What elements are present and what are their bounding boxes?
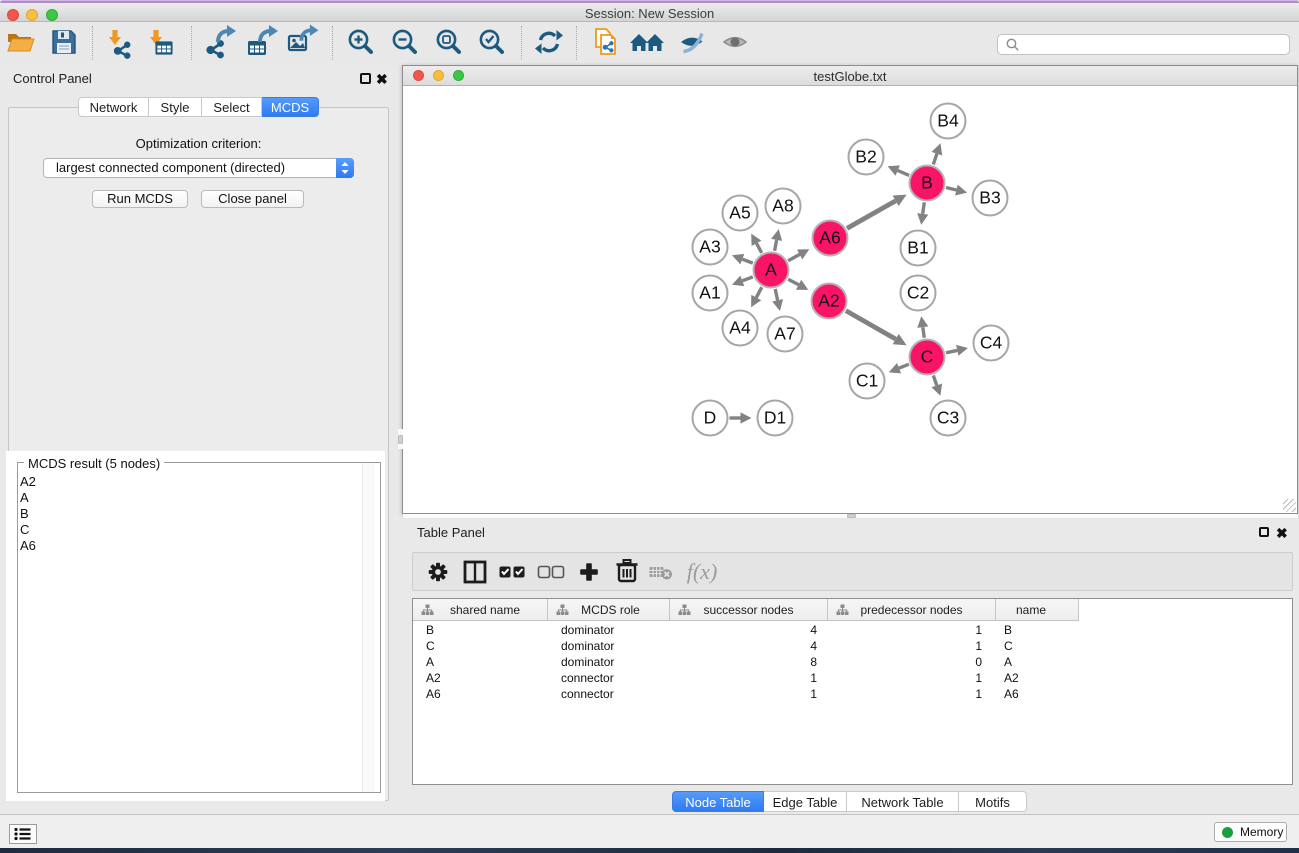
svg-text:A3: A3	[699, 237, 720, 257]
svg-text:B4: B4	[937, 111, 959, 131]
svg-text:B2: B2	[855, 147, 876, 167]
svg-text:D: D	[704, 408, 717, 428]
svg-text:A4: A4	[729, 318, 751, 338]
svg-text:A: A	[765, 260, 777, 280]
svg-text:C4: C4	[980, 333, 1003, 353]
svg-text:A8: A8	[772, 196, 793, 216]
svg-text:B3: B3	[979, 188, 1000, 208]
svg-text:C3: C3	[937, 408, 959, 428]
svg-text:A7: A7	[774, 324, 795, 344]
svg-text:f(x): f(x)	[687, 559, 718, 584]
svg-text:B1: B1	[907, 238, 928, 258]
svg-text:A1: A1	[699, 283, 720, 303]
svg-text:C1: C1	[856, 371, 878, 391]
svg-text:A2: A2	[818, 291, 839, 311]
svg-text:D1: D1	[764, 408, 786, 428]
svg-text:A5: A5	[729, 203, 750, 223]
svg-text:B: B	[921, 173, 933, 193]
svg-text:C: C	[921, 347, 934, 367]
svg-text:C2: C2	[907, 283, 929, 303]
svg-text:A6: A6	[819, 228, 840, 248]
